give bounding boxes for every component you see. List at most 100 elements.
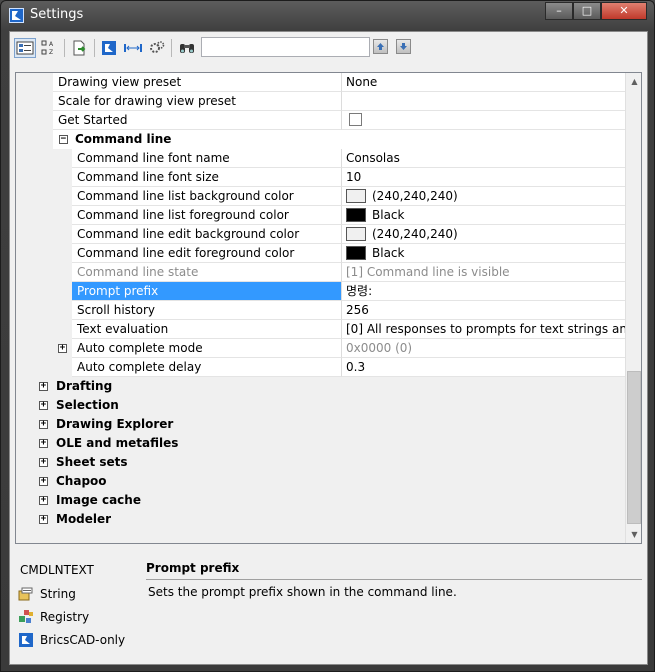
property-value[interactable]: 256 bbox=[341, 301, 625, 320]
category-label: Image cache bbox=[56, 493, 141, 507]
attribute-label: String bbox=[40, 587, 76, 601]
previous-icon[interactable] bbox=[373, 39, 388, 54]
dialog-client: AZ Drawing view preset None Scale for dr… bbox=[9, 31, 648, 665]
bricscad-icon bbox=[18, 632, 34, 648]
property-value[interactable]: Black bbox=[341, 206, 625, 225]
color-value: (240,240,240) bbox=[372, 189, 458, 203]
column-width-icon[interactable] bbox=[122, 38, 144, 58]
property-value[interactable]: 명령: bbox=[341, 282, 625, 301]
color-value: Black bbox=[372, 246, 405, 260]
property-value[interactable]: 0x0000 (0) bbox=[341, 339, 625, 358]
scroll-down-icon[interactable]: ▼ bbox=[626, 526, 641, 543]
property-value[interactable] bbox=[341, 92, 625, 111]
property-row[interactable]: Command line font name Consolas bbox=[16, 149, 625, 168]
property-row[interactable]: Command line font size 10 bbox=[16, 168, 625, 187]
alphabetical-view-icon[interactable]: AZ bbox=[38, 38, 60, 58]
property-value[interactable]: Black bbox=[341, 244, 625, 263]
property-name: Get Started bbox=[53, 111, 341, 130]
property-row[interactable]: Command line edit foreground color Black bbox=[16, 244, 625, 263]
expand-icon[interactable]: + bbox=[39, 496, 48, 505]
property-row[interactable]: Get Started bbox=[16, 111, 625, 130]
attribute-label: BricsCAD-only bbox=[40, 633, 126, 647]
property-name: Command line list foreground color bbox=[72, 206, 341, 225]
expand-icon[interactable]: + bbox=[39, 382, 48, 391]
description-text: Sets the prompt prefix shown in the comm… bbox=[148, 585, 457, 599]
expand-icon[interactable]: + bbox=[58, 344, 67, 353]
description-title: Prompt prefix bbox=[146, 561, 240, 575]
property-row-selected[interactable]: Prompt prefix 명령: bbox=[16, 282, 625, 301]
variable-name: CMDLNTEXT bbox=[20, 563, 94, 577]
property-name: Auto complete mode bbox=[72, 339, 341, 358]
category-selection[interactable]: + Selection bbox=[16, 396, 625, 415]
property-value[interactable]: 0.3 bbox=[341, 358, 625, 377]
color-value: Black bbox=[372, 208, 405, 222]
export-icon[interactable] bbox=[68, 38, 90, 58]
property-value[interactable]: None bbox=[341, 73, 625, 92]
subcategory-command-line[interactable]: − Command line bbox=[16, 130, 625, 149]
bricscad-app-icon bbox=[9, 8, 24, 23]
property-row[interactable]: Scale for drawing view preset bbox=[16, 92, 625, 111]
color-swatch bbox=[346, 246, 366, 260]
categorized-view-icon[interactable] bbox=[14, 38, 36, 58]
close-button[interactable]: ✕ bbox=[601, 2, 647, 20]
category-sheet-sets[interactable]: + Sheet sets bbox=[16, 453, 625, 472]
property-row[interactable]: Command line edit background color (240,… bbox=[16, 225, 625, 244]
property-value[interactable]: (240,240,240) bbox=[341, 187, 625, 206]
registry-icon bbox=[18, 609, 34, 625]
property-name: Text evaluation bbox=[72, 320, 341, 339]
color-swatch bbox=[346, 208, 366, 222]
expand-icon[interactable]: + bbox=[39, 401, 48, 410]
category-label: Drawing Explorer bbox=[56, 417, 174, 431]
expand-icon[interactable]: + bbox=[39, 420, 48, 429]
bricscad-filter-icon[interactable] bbox=[98, 38, 120, 58]
property-row[interactable]: + Auto complete mode 0x0000 (0) bbox=[16, 339, 625, 358]
category-chapoo[interactable]: + Chapoo bbox=[16, 472, 625, 491]
color-value: (240,240,240) bbox=[372, 227, 458, 241]
property-row: Command line state [1] Command line is v… bbox=[16, 263, 625, 282]
property-grid[interactable]: Drawing view preset None Scale for drawi… bbox=[15, 72, 642, 544]
scroll-up-icon[interactable]: ▲ bbox=[626, 73, 641, 90]
window-controls: – □ ✕ bbox=[545, 2, 647, 20]
property-row[interactable]: Scroll history 256 bbox=[16, 301, 625, 320]
svg-text:A: A bbox=[49, 41, 54, 48]
property-name: Scroll history bbox=[72, 301, 341, 320]
attribute-product: BricsCAD-only bbox=[18, 631, 125, 649]
property-row[interactable]: Text evaluation [0] All responses to pro… bbox=[16, 320, 625, 339]
property-value[interactable]: Consolas bbox=[341, 149, 625, 168]
find-icon[interactable] bbox=[176, 38, 198, 58]
category-label: Sheet sets bbox=[56, 455, 128, 469]
category-image-cache[interactable]: + Image cache bbox=[16, 491, 625, 510]
description-panel: CMDLNTEXT String Registry BricsCAD-only bbox=[15, 548, 642, 664]
scroll-thumb[interactable] bbox=[627, 371, 641, 524]
property-value[interactable]: 10 bbox=[341, 168, 625, 187]
property-row[interactable]: Drawing view preset None bbox=[16, 73, 625, 92]
category-label: Drafting bbox=[56, 379, 113, 393]
expand-icon[interactable]: + bbox=[39, 458, 48, 467]
category-drafting[interactable]: + Drafting bbox=[16, 377, 625, 396]
maximize-button[interactable]: □ bbox=[573, 2, 601, 20]
property-name: Command line state bbox=[72, 263, 341, 282]
expand-icon[interactable]: + bbox=[39, 477, 48, 486]
property-value[interactable]: [0] All responses to prompts for text st… bbox=[341, 320, 625, 339]
minimize-button[interactable]: – bbox=[545, 2, 573, 20]
property-value[interactable] bbox=[341, 111, 625, 130]
settings-window: Settings – □ ✕ AZ Drawing view preset No… bbox=[0, 0, 655, 672]
category-drawing-explorer[interactable]: + Drawing Explorer bbox=[16, 415, 625, 434]
title-bar[interactable]: Settings – □ ✕ bbox=[1, 1, 654, 31]
vertical-scrollbar[interactable]: ▲ ▼ bbox=[625, 73, 641, 543]
expand-icon[interactable]: + bbox=[39, 515, 48, 524]
expand-icon[interactable]: + bbox=[39, 439, 48, 448]
property-row[interactable]: Command line list foreground color Black bbox=[16, 206, 625, 225]
collapse-icon[interactable]: − bbox=[59, 135, 68, 144]
property-row[interactable]: Command line list background color (240,… bbox=[16, 187, 625, 206]
category-ole-and-metafiles[interactable]: + OLE and metafiles bbox=[16, 434, 625, 453]
property-value[interactable]: (240,240,240) bbox=[341, 225, 625, 244]
subcategory-label: Command line bbox=[75, 132, 172, 146]
category-modeler[interactable]: + Modeler bbox=[16, 510, 625, 529]
settings-filter-icon[interactable] bbox=[146, 38, 168, 58]
next-icon[interactable] bbox=[396, 39, 411, 54]
property-name: Command line edit background color bbox=[72, 225, 341, 244]
search-input[interactable] bbox=[201, 37, 370, 57]
get-started-checkbox[interactable] bbox=[349, 113, 362, 126]
property-row[interactable]: Auto complete delay 0.3 bbox=[16, 358, 625, 377]
